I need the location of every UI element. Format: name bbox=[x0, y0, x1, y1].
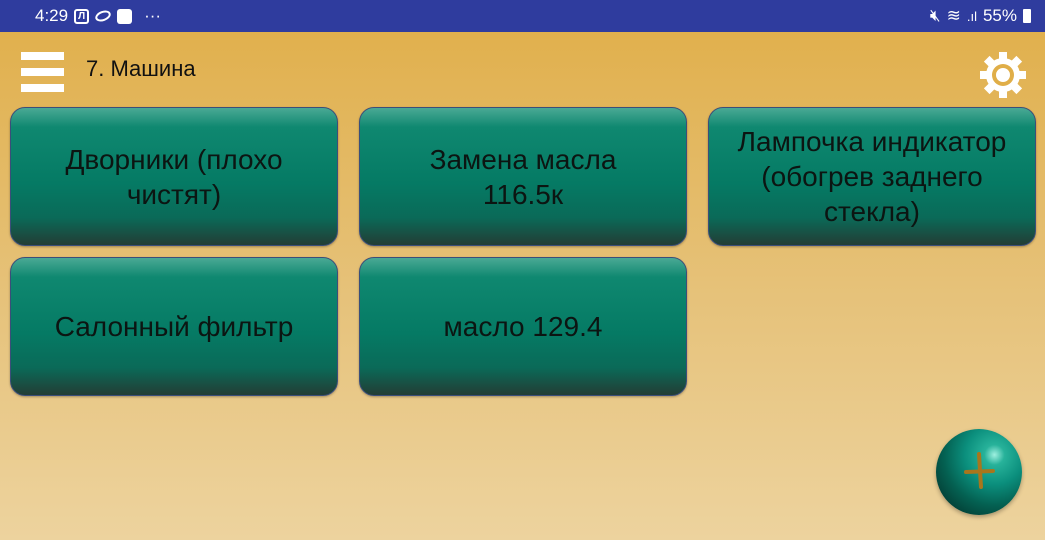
settings-button[interactable] bbox=[978, 50, 1028, 100]
battery-icon bbox=[1023, 9, 1031, 23]
status-time: 4:29 bbox=[35, 6, 69, 25]
oval-notification-icon bbox=[93, 8, 113, 24]
mute-icon: 🔇︎ bbox=[929, 6, 941, 25]
battery-percent: 55% bbox=[982, 6, 1017, 25]
app-notification-icon: Л bbox=[74, 8, 90, 24]
tile-label: Замена масла 116.5к bbox=[429, 143, 617, 210]
more-notifications-icon: ··· bbox=[144, 6, 162, 25]
tile-cabin-filter[interactable]: Салонный фильтр bbox=[10, 257, 338, 396]
menu-button[interactable] bbox=[21, 52, 64, 92]
status-bar: 4:29 Л ··· 🔇︎ ≋ .ıl 55% bbox=[0, 0, 1045, 32]
mail-notification-icon bbox=[117, 8, 133, 24]
page-title: 7. Машина bbox=[86, 56, 196, 81]
plus-icon bbox=[964, 452, 995, 489]
gear-icon bbox=[980, 52, 1026, 98]
add-button[interactable] bbox=[936, 429, 1022, 515]
tile-wipers[interactable]: Дворники (плохо чистят) bbox=[10, 107, 338, 246]
tile-label: Салонный фильтр bbox=[54, 311, 294, 342]
signal-icon: .ıl bbox=[966, 8, 977, 24]
tile-label: Лампочка индикатор (обогрев заднего стек… bbox=[737, 126, 1007, 227]
tile-label: Дворники (плохо чистят) bbox=[65, 143, 283, 210]
tile-oil[interactable]: масло 129.4 bbox=[359, 257, 687, 396]
tile-label: масло 129.4 bbox=[443, 311, 603, 342]
wifi-icon: ≋ bbox=[946, 6, 961, 25]
tile-indicator-lamp[interactable]: Лампочка индикатор (обогрев заднего стек… bbox=[708, 107, 1036, 246]
tile-oil-change[interactable]: Замена масла 116.5к bbox=[359, 107, 687, 246]
